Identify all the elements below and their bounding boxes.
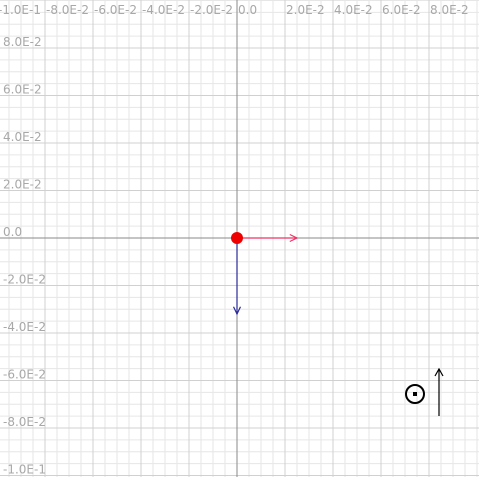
y-tick-label: 4.0E-2 xyxy=(3,130,42,144)
x-tick-label: 0.0 xyxy=(238,3,257,17)
y-tick-label: 0.0 xyxy=(3,225,22,239)
velocity-vector xyxy=(237,233,299,243)
x-tick-label: -1.0E-1 xyxy=(0,3,41,17)
y-tick-label: 2.0E-2 xyxy=(3,178,42,192)
x-tick-label: -2.0E-2 xyxy=(190,3,233,17)
y-tick-label: 6.0E-2 xyxy=(3,83,42,97)
x-tick-labels: -1.0E-1 -8.0E-2 -6.0E-2 -4.0E-2 -2.0E-2 0.0 2.… xyxy=(0,3,469,17)
vectors xyxy=(232,233,299,316)
x-tick-label: 2.0E-2 xyxy=(286,3,325,17)
y-tick-label: -2.0E-2 xyxy=(3,273,46,287)
charged-particle[interactable] xyxy=(231,232,243,244)
x-tick-label: 6.0E-2 xyxy=(382,3,421,17)
field-plot[interactable]: -1.0E-1 -8.0E-2 -6.0E-2 -4.0E-2 -2.0E-2 0.0 2.… xyxy=(0,0,479,477)
y-tick-label: 8.0E-2 xyxy=(3,35,42,49)
y-tick-label: -4.0E-2 xyxy=(3,320,46,334)
y-tick-label: -6.0E-2 xyxy=(3,368,46,382)
x-tick-label: -6.0E-2 xyxy=(94,3,137,17)
physics-canvas[interactable]: -1.0E-1 -8.0E-2 -6.0E-2 -4.0E-2 -2.0E-2 0.0 2.… xyxy=(0,0,479,477)
x-tick-label: -8.0E-2 xyxy=(46,3,89,17)
x-tick-label: -4.0E-2 xyxy=(142,3,185,17)
y-tick-label: -1.0E-1 xyxy=(3,463,46,477)
y-tick-label: -8.0E-2 xyxy=(3,415,46,429)
out-of-page-field-icon xyxy=(405,384,425,404)
x-tick-label: 8.0E-2 xyxy=(430,3,469,17)
x-tick-label: 4.0E-2 xyxy=(334,3,373,17)
